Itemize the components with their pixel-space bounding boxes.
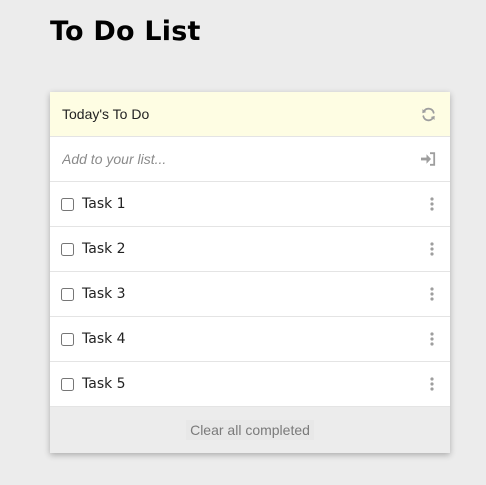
sign-in-icon[interactable] [420,151,436,167]
task-label: Task 5 [82,376,126,392]
clear-completed-button[interactable]: Clear all completed [186,420,314,440]
list-footer: Clear all completed [50,407,450,453]
task-label: Task 4 [82,331,126,347]
task-label: Task 2 [82,241,126,257]
task-checkbox[interactable] [61,332,74,346]
vertical-ellipsis-icon[interactable] [424,374,440,394]
task-label: Task 1 [82,196,126,212]
vertical-ellipsis-icon[interactable] [424,284,440,304]
vertical-ellipsis-icon[interactable] [424,329,440,349]
task-checkbox[interactable] [61,197,74,211]
task-checkbox[interactable] [61,287,74,301]
add-task-row [50,137,450,182]
vertical-ellipsis-icon[interactable] [424,194,440,214]
todo-card: Today's To Do Task 1 [50,92,450,453]
task-list: Task 1 Task 2 Task 3 Task 4 Task 5 [50,182,450,407]
vertical-ellipsis-icon[interactable] [424,239,440,259]
task-item: Task 3 [50,272,450,317]
task-item: Task 2 [50,227,450,272]
list-header: Today's To Do [50,92,450,137]
task-item: Task 5 [50,362,450,407]
page-title: To Do List [50,16,201,47]
refresh-icon[interactable] [420,106,436,122]
task-checkbox[interactable] [61,242,74,256]
add-task-input[interactable] [62,151,420,167]
task-label: Task 3 [82,286,126,302]
task-item: Task 4 [50,317,450,362]
task-item: Task 1 [50,182,450,227]
list-title: Today's To Do [62,106,150,122]
task-checkbox[interactable] [61,377,74,391]
